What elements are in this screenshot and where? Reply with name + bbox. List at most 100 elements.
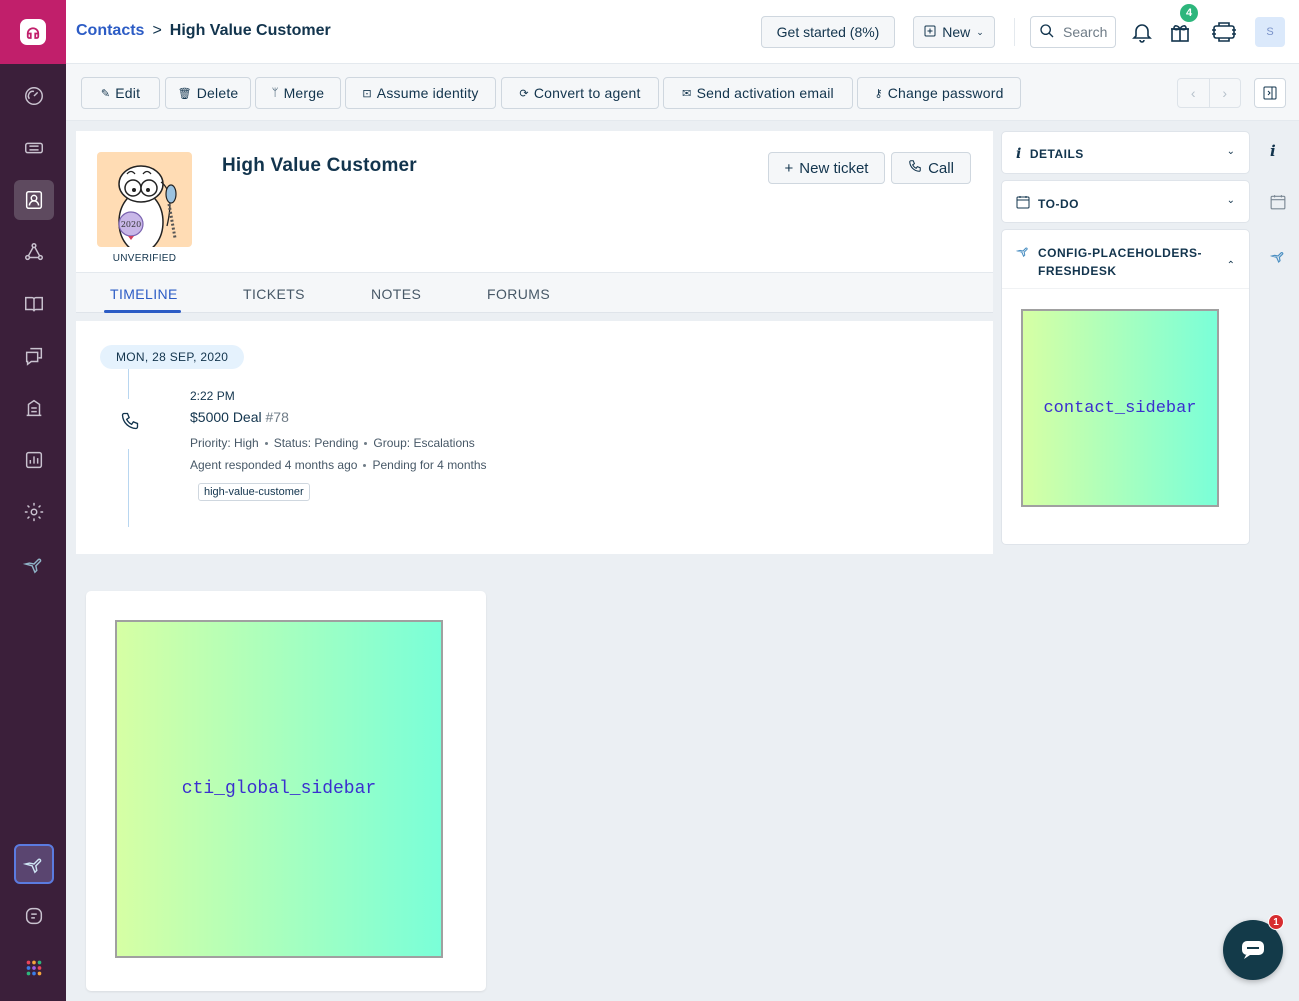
convert-to-agent-label: Convert to agent [533, 85, 641, 101]
info-icon[interactable]: i [1270, 142, 1286, 160]
chevron-down-icon: ⌄ [1226, 146, 1235, 157]
merge-button[interactable]: ᛘ Merge [255, 77, 341, 109]
chevron-down-icon: ⌄ [1226, 195, 1235, 206]
active-tab-indicator [104, 310, 181, 313]
assets-icon[interactable] [14, 388, 54, 428]
phone-icon [908, 159, 922, 177]
next-arrow-icon[interactable]: › [1210, 79, 1241, 107]
previous-arrow-icon[interactable]: ‹ [1178, 79, 1210, 107]
cti-app-frame[interactable]: cti_global_sidebar [115, 620, 443, 958]
details-label: DETAILS [1029, 147, 1084, 161]
cti-app-icon[interactable] [14, 844, 54, 884]
timeline-entry-title[interactable]: $5000 Deal #78 [190, 409, 289, 425]
get-started-button[interactable]: Get started (8%) [761, 16, 895, 48]
app-plane-icon [1015, 244, 1030, 261]
contact-avatar: 2020 [97, 152, 192, 247]
app-plane-icon[interactable] [14, 544, 54, 584]
chevron-up-icon[interactable]: ⌃ [1227, 260, 1235, 271]
cti-placeholder-text: cti_global_sidebar [181, 779, 377, 799]
section-divider [1002, 288, 1249, 289]
change-password-button[interactable]: ⚷ Change password [857, 77, 1021, 109]
chat-unread-badge: 1 [1268, 914, 1284, 930]
reports-icon[interactable] [14, 440, 54, 480]
marketplace-icon[interactable] [1210, 20, 1238, 44]
tab-tickets[interactable]: TICKETS [243, 286, 305, 302]
apps-grid-icon[interactable] [14, 948, 54, 988]
assume-identity-button[interactable]: ⊡ Assume identity [345, 77, 496, 109]
agent-responded: Agent responded 4 months ago [190, 458, 358, 472]
social-icon[interactable] [14, 232, 54, 272]
tab-forums[interactable]: FORUMS [487, 286, 550, 302]
phone-icon [120, 411, 140, 431]
delete-label: Delete [196, 85, 239, 101]
assume-identity-label: Assume identity [376, 85, 479, 101]
pending-for: Pending for 4 months [372, 458, 487, 472]
knowledge-base-icon[interactable] [14, 284, 54, 324]
record-navigation: ‹ › [1177, 78, 1241, 108]
ticket-status: Status: Pending [273, 436, 359, 450]
new-button[interactable]: New ⌄ [913, 16, 995, 48]
timeline-line [128, 369, 129, 399]
tab-timeline[interactable]: TIMELINE [110, 286, 178, 302]
contact-sidebar-app-frame[interactable]: contact_sidebar [1021, 309, 1219, 507]
envelope-icon: ✉ [682, 87, 692, 100]
send-activation-email-label: Send activation email [696, 85, 834, 101]
contact-tabs: TIMELINE TICKETS NOTES FORUMS [76, 272, 993, 313]
info-icon: i [1016, 146, 1022, 162]
key-icon: ⚷ [874, 87, 883, 100]
todo-section[interactable]: TO-DO ⌄ [1001, 180, 1250, 223]
todo-label: TO-DO [1038, 196, 1079, 211]
freshdesk-logo[interactable] [0, 0, 66, 64]
gift-icon[interactable] [1168, 20, 1192, 44]
details-section[interactable]: i DETAILS ⌄ [1001, 131, 1250, 174]
avatar-badge-year: 2020 [121, 220, 141, 229]
breadcrumb-contacts-link[interactable]: Contacts [76, 22, 144, 39]
timeline-panel: MON, 28 SEP, 2020 2:22 PM $5000 Deal #78… [76, 321, 993, 554]
edit-label: Edit [115, 85, 141, 101]
ticket-priority: Priority: High [190, 436, 259, 450]
get-started-label: Get started (8%) [776, 24, 880, 40]
calendar-icon[interactable] [1270, 194, 1286, 210]
call-button[interactable]: Call [891, 152, 971, 184]
search-input[interactable]: Search [1030, 16, 1116, 48]
merge-icon: ᛘ [271, 87, 279, 99]
tickets-icon[interactable] [14, 128, 54, 168]
user-avatar[interactable]: S [1255, 17, 1285, 47]
app-section-header[interactable]: CONFIG-PLACEHOLDERS- FRESHDESK [1015, 244, 1202, 280]
app-plane-icon[interactable] [1269, 248, 1286, 264]
edit-button[interactable]: ✎ Edit [81, 77, 160, 109]
separator-dot [264, 441, 268, 445]
contacts-icon[interactable] [14, 180, 54, 220]
app-title: CONFIG-PLACEHOLDERS- [1038, 246, 1202, 260]
call-label: Call [928, 159, 954, 177]
breadcrumb: Contacts > High Value Customer [76, 22, 331, 40]
contact-name: High Value Customer [222, 155, 417, 176]
merge-label: Merge [283, 85, 325, 101]
delete-button[interactable]: 🗑 Delete [165, 77, 251, 109]
separator-dot [364, 441, 368, 445]
tab-notes[interactable]: NOTES [371, 286, 421, 302]
forums-icon[interactable] [14, 336, 54, 376]
ticket-number: #78 [265, 409, 289, 425]
admin-gear-icon[interactable] [14, 492, 54, 532]
top-header: Contacts > High Value Customer Get started… [66, 0, 1299, 64]
convert-to-agent-button[interactable]: ⟳ Convert to agent [501, 77, 659, 109]
send-activation-email-button[interactable]: ✉ Send activation email [663, 77, 853, 109]
new-ticket-button[interactable]: + New ticket [768, 152, 885, 184]
dashboard-icon[interactable] [14, 76, 54, 116]
notification-bell-icon[interactable] [1130, 20, 1154, 44]
chevron-down-icon: ⌄ [976, 26, 984, 37]
chat-icon[interactable] [14, 896, 54, 936]
plus-square-icon [924, 24, 936, 40]
trash-icon: 🗑 [177, 87, 192, 100]
separator-dot [363, 463, 367, 467]
breadcrumb-separator: > [152, 22, 162, 39]
search-placeholder: Search [1063, 24, 1108, 40]
refresh-icon: ⟳ [519, 87, 529, 100]
ticket-subject[interactable]: $5000 Deal [190, 409, 262, 425]
ticket-tag[interactable]: high-value-customer [198, 483, 310, 501]
search-icon [1039, 23, 1055, 42]
contact-profile-card: 2020 UNVERIFIED High Value Customer + New… [76, 131, 993, 313]
toggle-sidebar-icon[interactable] [1254, 78, 1286, 108]
identity-icon: ⊡ [362, 87, 372, 100]
